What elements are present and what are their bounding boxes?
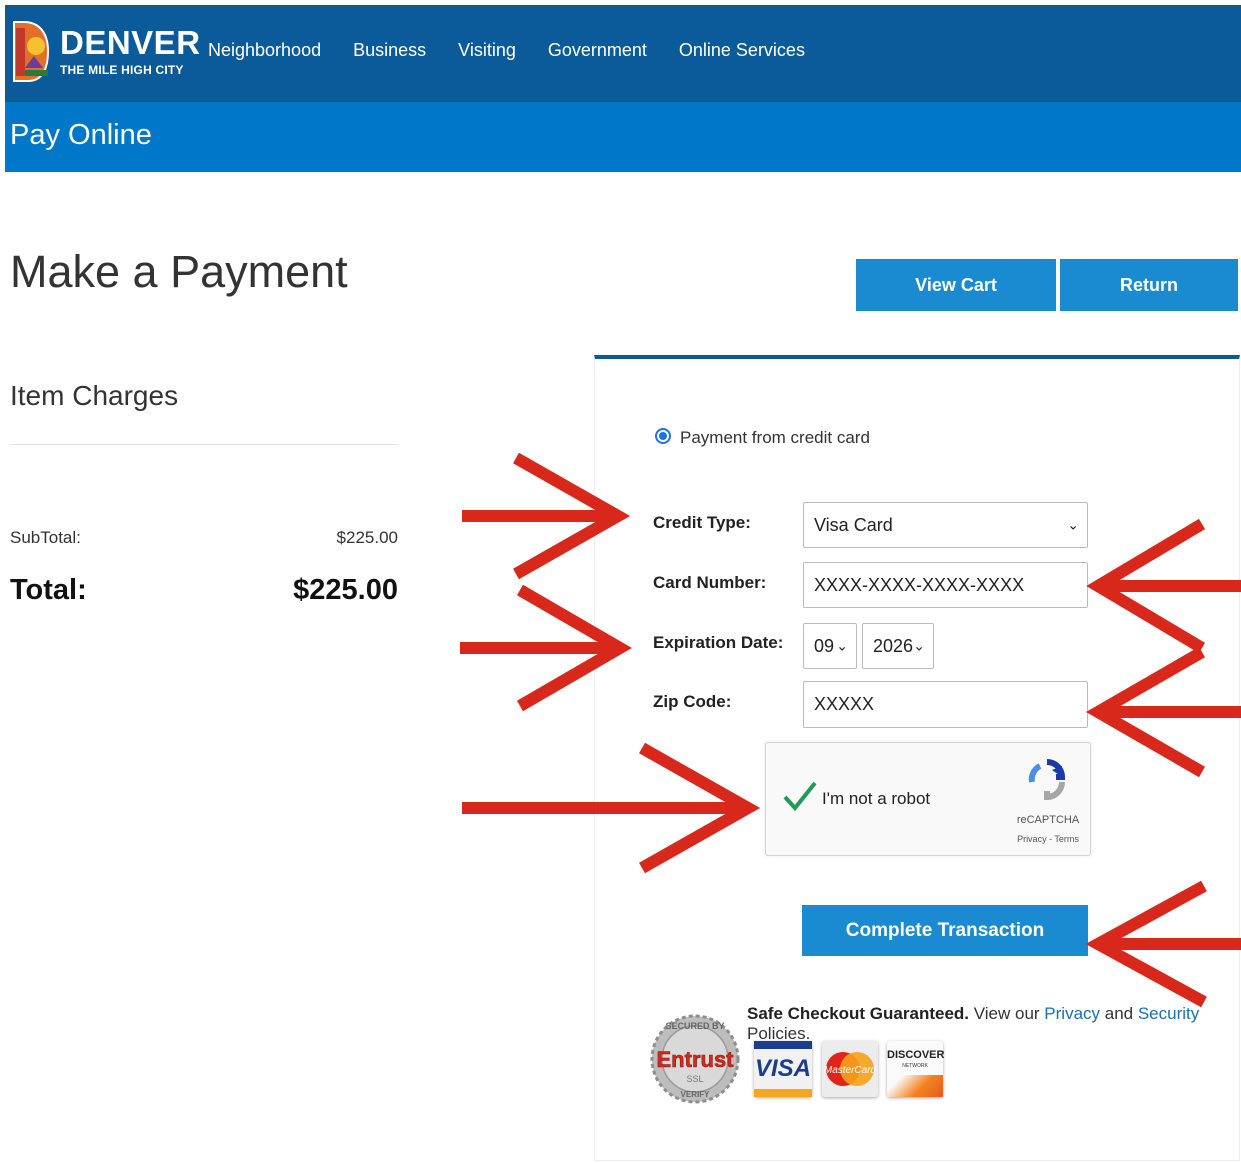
seal-brand-text: Entrust — [657, 1047, 735, 1072]
security-link[interactable]: Security — [1138, 1004, 1199, 1023]
checkmark-icon[interactable] — [782, 780, 818, 812]
recaptcha-logo-icon — [1028, 759, 1066, 801]
mastercard-logo: MasterCard — [822, 1041, 878, 1097]
section-bar — [5, 102, 1241, 172]
entrust-seal-icon: SECURED BY Entrust SSL VERIFY — [650, 1014, 740, 1104]
chevron-down-icon: ⌄ — [836, 637, 848, 654]
credit-card-radio[interactable] — [655, 428, 671, 444]
credit-type-label: Credit Type: — [653, 513, 751, 532]
credit-card-radio-label: Payment from credit card — [680, 428, 870, 447]
exp-month-select[interactable]: 09 ⌄ — [803, 623, 857, 669]
recaptcha-links: Privacy - Terms — [1012, 834, 1084, 844]
privacy-link[interactable]: Privacy — [1044, 1004, 1100, 1023]
brand-tagline: THE MILE HIGH CITY — [60, 63, 184, 77]
nav-visiting[interactable]: Visiting — [458, 40, 516, 61]
safe-checkout-text: Safe Checkout Guaranteed. View our Priva… — [747, 1004, 1217, 1044]
nav-online-services[interactable]: Online Services — [679, 40, 805, 61]
safe-checkout-text-1: View our — [969, 1004, 1045, 1023]
card-number-value: XXXX-XXXX-XXXX-XXXX — [814, 574, 1025, 595]
card-number-label: Card Number: — [653, 573, 767, 592]
divider — [10, 444, 398, 445]
visa-logo: VISA — [754, 1041, 812, 1097]
denver-logo-icon[interactable] — [10, 18, 50, 85]
card-number-input[interactable]: XXXX-XXXX-XXXX-XXXX — [803, 562, 1088, 608]
safe-checkout-bold: Safe Checkout Guaranteed. — [747, 1004, 970, 1023]
return-button[interactable]: Return — [1060, 259, 1238, 311]
nav-business[interactable]: Business — [353, 40, 426, 61]
exp-month-value: 09 — [814, 635, 835, 656]
exp-year-select[interactable]: 2026 ⌄ — [862, 623, 934, 669]
mastercard-circles-icon: MasterCard — [824, 1052, 877, 1086]
recaptcha-brand: reCAPTCHA — [1016, 814, 1080, 826]
zip-code-value: XXXXX — [814, 694, 875, 714]
recaptcha-label: I'm not a robot — [822, 789, 931, 808]
safe-checkout-text-2: and — [1100, 1004, 1138, 1023]
nav-government[interactable]: Government — [548, 40, 647, 61]
main-nav: Neighborhood Business Visiting Governmen… — [208, 40, 837, 61]
chevron-down-icon: ⌄ — [913, 637, 925, 654]
recaptcha-terms-link[interactable]: Terms — [1054, 834, 1079, 844]
total-value: $225.00 — [293, 574, 398, 606]
nav-neighborhood[interactable]: Neighborhood — [208, 40, 321, 61]
zip-code-input[interactable]: XXXXX — [803, 681, 1088, 728]
discover-logo: DISCOVER NETWORK — [887, 1041, 945, 1097]
complete-transaction-button[interactable]: Complete Transaction — [802, 905, 1088, 956]
subtotal-value: $225.00 — [336, 528, 398, 547]
brand-name[interactable]: DENVER — [60, 26, 201, 59]
exp-year-value: 2026 — [873, 635, 914, 656]
credit-type-select[interactable]: Visa Card ⌄ — [803, 502, 1088, 548]
recaptcha-privacy-link[interactable]: Privacy — [1017, 834, 1047, 844]
item-charges-heading: Item Charges — [10, 380, 179, 411]
zip-code-label: Zip Code: — [653, 692, 732, 711]
expiration-date-label: Expiration Date: — [653, 633, 784, 652]
visa-text: VISA — [754, 1055, 811, 1082]
credit-type-value: Visa Card — [814, 514, 893, 535]
mastercard-text: MasterCard — [824, 1065, 877, 1076]
view-cart-button[interactable]: View Cart — [856, 259, 1056, 311]
subtotal-label: SubTotal: — [10, 528, 81, 547]
total-label: Total: — [10, 574, 87, 606]
discover-sub-text: NETWORK — [902, 1063, 928, 1069]
section-title: Pay Online — [10, 119, 152, 151]
chevron-down-icon: ⌄ — [1067, 516, 1079, 533]
seal-top-text: SECURED BY — [665, 1021, 724, 1031]
seal-verify-text: VERIFY — [681, 1090, 711, 1099]
discover-text: DISCOVER — [887, 1049, 945, 1061]
seal-ssl-text: SSL — [686, 1074, 703, 1084]
page-title: Make a Payment — [10, 246, 348, 297]
